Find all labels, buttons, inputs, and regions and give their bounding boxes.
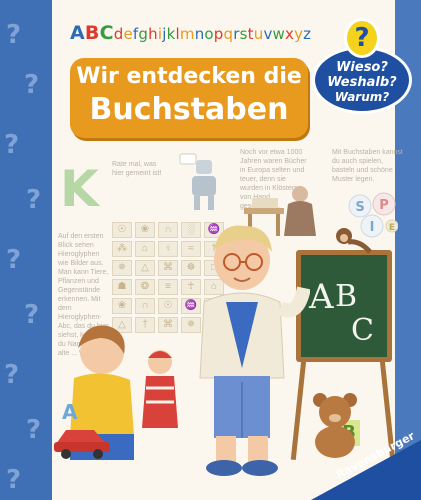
alphabet-letter: n xyxy=(194,25,205,43)
board-letter-c: C xyxy=(351,313,374,348)
boy-with-glasses-illustration xyxy=(199,225,310,476)
title-line-1: Wir entdecken die xyxy=(76,64,302,89)
logo-word-3: Warum? xyxy=(334,90,390,104)
board-letter-a: A xyxy=(309,277,334,317)
alphabet-line: ABCdefghijklmnopqrstuvwxyz xyxy=(70,22,311,44)
riddle-text: Rate mal, was hier gemeint ist! xyxy=(112,161,162,177)
cube-letter-p: P xyxy=(379,198,389,213)
alphabet-letter: w xyxy=(272,25,286,43)
alphabet-letter: z xyxy=(303,25,312,43)
question-mark-spine: ? ? ? ? ? ? ? ? ? xyxy=(0,0,52,500)
alphabet-letter: o xyxy=(204,25,214,43)
alphabet-letter: k xyxy=(166,25,176,43)
alphabet-letter: g xyxy=(138,25,149,43)
title-banner: Wir entdecken die Buchstaben xyxy=(70,58,308,138)
robot-figure-illustration xyxy=(179,153,216,210)
alphabet-letter: v xyxy=(263,25,273,43)
board-letter-b: B xyxy=(335,279,358,314)
alphabet-letter: e xyxy=(123,25,133,43)
alphabet-letter: m xyxy=(179,25,195,43)
big-letter-k: K xyxy=(60,160,99,218)
alphabet-letter: d xyxy=(113,25,124,43)
alphabet-letter: B xyxy=(84,22,100,44)
monkey-toy xyxy=(336,228,372,254)
title-line-2: Buchstaben xyxy=(89,92,289,127)
play-text: Mit Buchstaben kannst du auch spielen, b… xyxy=(332,149,403,183)
book-cover: ? ? ? ? ? ? ? ? ? ABCdefghijklmnopqrstuv… xyxy=(0,0,421,500)
alphabet-letter: A xyxy=(70,22,85,44)
question-mark-icon: ? xyxy=(344,18,380,58)
alphabet-letter: s xyxy=(239,25,248,43)
alphabet-letter: h xyxy=(148,25,158,43)
blackboard: A B C xyxy=(296,250,392,362)
alphabet-letter: x xyxy=(285,25,295,43)
logo-word-2: Weshalb? xyxy=(327,75,397,90)
toy-car xyxy=(54,430,110,459)
alphabet-letter: C xyxy=(99,22,114,44)
floor-letter-a: A xyxy=(62,400,78,424)
cube-letter-s: S xyxy=(355,200,364,215)
logo-word-1: Wieso? xyxy=(336,60,388,75)
alphabet-letter: y xyxy=(294,25,304,43)
alphabet-letter: u xyxy=(253,25,264,43)
series-logo: ? Wieso? Weshalb? Warum? xyxy=(312,18,412,114)
alphabet-letter: q xyxy=(223,25,234,43)
publisher-corner xyxy=(311,440,421,500)
alphabet-letter: p xyxy=(213,25,224,43)
cube-letter-e: E xyxy=(389,223,395,233)
